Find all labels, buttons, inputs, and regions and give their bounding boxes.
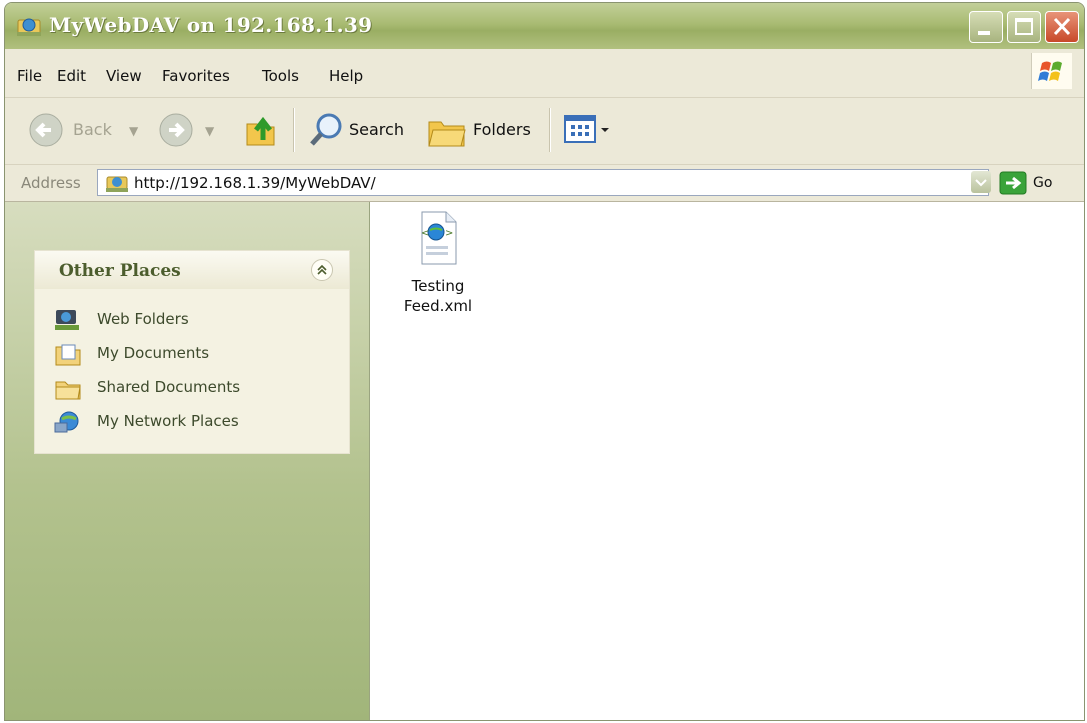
address-bar: Address http://192.168.1.39/MyWebDAV/ Go — [5, 165, 1084, 202]
maximize-button[interactable] — [1007, 11, 1041, 43]
address-input[interactable]: http://192.168.1.39/MyWebDAV/ — [97, 169, 989, 196]
other-places-panel: Other Places Web Folders My Documents Sh… — [34, 250, 350, 454]
other-places-header[interactable]: Other Places — [35, 251, 349, 289]
toolbar: Back ▼ ▼ Search Folders — [5, 98, 1084, 165]
menu-help[interactable]: Help — [329, 67, 363, 85]
go-button[interactable]: Go — [1033, 175, 1052, 191]
up-folder-icon[interactable] — [241, 110, 281, 150]
menu-edit[interactable]: Edit — [57, 67, 86, 85]
collapse-button[interactable] — [311, 259, 333, 281]
close-button[interactable] — [1045, 11, 1079, 43]
search-button[interactable]: Search — [349, 120, 404, 139]
chevron-down-icon — [975, 179, 987, 187]
web-folder-icon — [17, 18, 41, 36]
back-arrow-icon[interactable] — [27, 111, 65, 149]
close-icon — [1053, 17, 1071, 36]
my-documents-icon — [55, 344, 81, 366]
shared-documents-icon — [55, 381, 81, 400]
go-arrow-icon[interactable] — [999, 171, 1029, 195]
web-folder-icon — [106, 176, 128, 192]
address-value: http://192.168.1.39/MyWebDAV/ — [134, 174, 376, 192]
back-dropdown-icon[interactable]: ▼ — [129, 124, 138, 138]
file-name: Testing Feed.xml — [403, 277, 473, 315]
menu-view[interactable]: View — [106, 67, 142, 85]
web-folders-icon — [55, 310, 79, 330]
toolbar-separator — [549, 108, 551, 152]
views-icon[interactable] — [563, 114, 613, 146]
minimize-button[interactable] — [969, 11, 1003, 43]
address-dropdown-button[interactable] — [971, 171, 991, 193]
menu-bar: File Edit View Favorites Tools Help — [5, 49, 1084, 98]
svg-text:<: < — [421, 228, 429, 239]
windows-logo-icon — [1031, 53, 1072, 89]
task-pane: Other Places Web Folders My Documents Sh… — [5, 202, 370, 720]
title-bar[interactable]: MyWebDAV on 192.168.1.39 — [5, 3, 1084, 49]
window-title: MyWebDAV on 192.168.1.39 — [49, 13, 373, 37]
folders-button[interactable]: Folders — [473, 120, 531, 139]
folders-icon[interactable] — [425, 110, 469, 150]
address-label: Address — [21, 174, 81, 192]
search-icon[interactable] — [307, 110, 347, 150]
network-places-icon — [54, 411, 79, 433]
chevrons-up-icon — [317, 264, 327, 275]
menu-file[interactable]: File — [17, 67, 42, 85]
menu-tools[interactable]: Tools — [262, 67, 299, 85]
forward-arrow-icon[interactable] — [157, 111, 195, 149]
file-list-area[interactable]: < > Testing Feed.xml — [370, 202, 1084, 720]
explorer-window: MyWebDAV on 192.168.1.39 File Edit View … — [4, 2, 1085, 721]
maximize-icon — [1015, 18, 1033, 35]
menu-favorites[interactable]: Favorites — [162, 67, 230, 85]
toolbar-separator — [293, 108, 295, 152]
file-item[interactable]: < > Testing Feed.xml — [390, 208, 486, 318]
forward-dropdown-icon[interactable]: ▼ — [205, 124, 214, 138]
minimize-icon — [978, 31, 990, 35]
xml-file-icon: < > — [421, 211, 457, 265]
svg-text:>: > — [445, 228, 453, 239]
back-button[interactable]: Back — [73, 120, 112, 139]
other-places-title: Other Places — [59, 261, 181, 281]
